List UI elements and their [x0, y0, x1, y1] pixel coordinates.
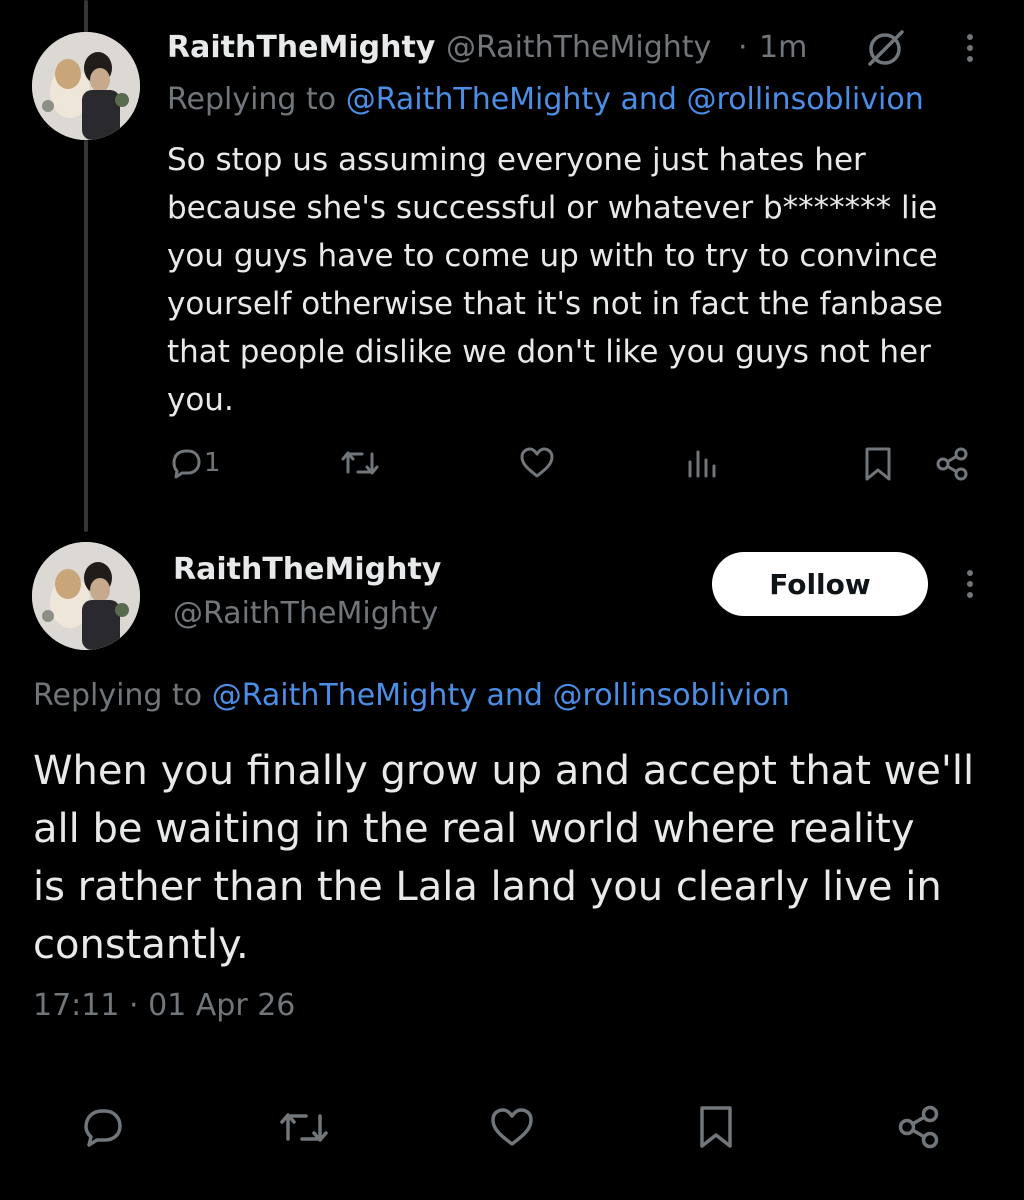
share-button[interactable]	[934, 446, 970, 482]
more-icon[interactable]	[964, 34, 976, 62]
mention-link[interactable]: @rollinsoblivion	[687, 82, 924, 117]
reply-button[interactable]: 1	[168, 446, 221, 480]
tweet-time[interactable]: 1m	[759, 30, 807, 65]
share-icon	[896, 1104, 942, 1150]
views-icon	[686, 446, 720, 480]
retweet-button[interactable]	[340, 446, 380, 480]
thread-line	[84, 140, 88, 532]
reply-icon	[168, 446, 204, 480]
grok-icon[interactable]	[862, 26, 908, 76]
avatar[interactable]	[32, 542, 140, 650]
share-button[interactable]	[896, 1104, 942, 1150]
author-handle[interactable]: @RaithTheMighty	[173, 596, 438, 631]
more-icon[interactable]	[964, 570, 976, 598]
author-handle[interactable]: @RaithTheMighty	[446, 30, 711, 65]
mention-link[interactable]: @RaithTheMighty	[346, 82, 611, 117]
replying-and: and	[620, 82, 677, 117]
like-icon	[518, 446, 556, 480]
reply-icon	[80, 1106, 126, 1148]
bookmark-icon	[862, 446, 894, 482]
bookmark-button[interactable]	[862, 446, 894, 482]
replying-to: Replying to @RaithTheMighty and @rollins…	[167, 82, 924, 117]
follow-button[interactable]: Follow	[712, 552, 928, 616]
retweet-icon	[340, 446, 380, 480]
separator-dot: ·	[738, 30, 748, 65]
tweet-timestamp[interactable]: 17:11 · 01 Apr 26	[33, 988, 295, 1023]
like-button[interactable]	[518, 446, 556, 480]
author-name[interactable]: RaithTheMighty	[167, 30, 435, 65]
bookmark-icon	[696, 1104, 736, 1150]
reply-button[interactable]	[80, 1106, 126, 1148]
author-name[interactable]: RaithTheMighty	[173, 552, 441, 587]
thread-line-top	[84, 0, 88, 36]
like-icon	[488, 1106, 536, 1148]
share-icon	[934, 446, 970, 482]
retweet-button[interactable]	[278, 1106, 330, 1148]
replying-label: Replying to	[33, 678, 203, 713]
replying-to: Replying to @RaithTheMighty and @rollins…	[33, 678, 790, 713]
avatar[interactable]	[32, 32, 140, 140]
bookmark-button[interactable]	[696, 1104, 736, 1150]
views-button[interactable]	[686, 446, 720, 480]
replying-label: Replying to	[167, 82, 337, 117]
like-button[interactable]	[488, 1106, 536, 1148]
retweet-icon	[278, 1106, 330, 1148]
mention-link[interactable]: @RaithTheMighty	[212, 678, 477, 713]
mention-link[interactable]: @rollinsoblivion	[553, 678, 790, 713]
tweet-text: So stop us assuming everyone just hates …	[167, 142, 943, 418]
reply-count: 1	[204, 448, 221, 478]
replying-and: and	[486, 678, 543, 713]
tweet-text: When you finally grow up and accept that…	[33, 748, 975, 968]
